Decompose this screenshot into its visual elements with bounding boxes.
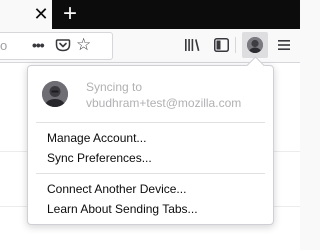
hamburger-menu-icon[interactable] xyxy=(277,38,291,57)
account-email: vbudhram+test@mozilla.com xyxy=(86,96,242,110)
plus-icon[interactable]: + xyxy=(59,2,81,26)
account-button[interactable] xyxy=(242,32,268,58)
active-tab[interactable]: ✕ xyxy=(0,0,52,29)
profile-avatar xyxy=(42,81,68,107)
library-icon[interactable] xyxy=(184,38,200,57)
learn-sending-tabs-item[interactable]: Learn About Sending Tabs... xyxy=(47,200,198,218)
menu-divider xyxy=(36,173,265,174)
url-text: o xyxy=(0,38,8,53)
bookmark-star-icon[interactable]: ☆ xyxy=(76,36,91,53)
manage-account-item[interactable]: Manage Account... xyxy=(47,129,146,147)
toolbar-separator xyxy=(235,37,236,53)
sidebar-icon[interactable] xyxy=(214,38,229,57)
url-bar[interactable]: o ••• ☆ xyxy=(0,32,113,60)
account-panel: Syncing to vbudhram+test@mozilla.com Man… xyxy=(27,65,274,225)
close-icon[interactable]: ✕ xyxy=(32,4,50,24)
sync-preferences-item[interactable]: Sync Preferences... xyxy=(47,149,152,167)
sync-status-label: Syncing to xyxy=(86,80,143,94)
connect-device-item[interactable]: Connect Another Device... xyxy=(47,180,186,198)
profile-row[interactable]: Syncing to vbudhram+test@mozilla.com xyxy=(28,66,273,122)
pocket-icon[interactable] xyxy=(55,37,71,58)
menu-divider xyxy=(36,122,265,123)
tab-strip: ✕ + xyxy=(0,0,300,29)
account-avatar-icon xyxy=(247,37,263,53)
page-actions-icon[interactable]: ••• xyxy=(32,38,46,54)
